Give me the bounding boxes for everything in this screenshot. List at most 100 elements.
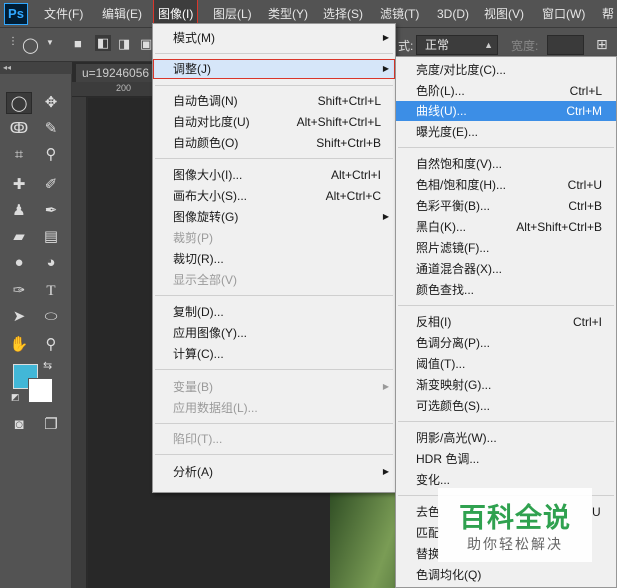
default-colors-icon[interactable]: ◩ [11, 392, 20, 403]
brush-tool-icon[interactable]: ✐ [38, 174, 64, 196]
ellipse-marquee-preset-icon[interactable]: ◯ [22, 36, 39, 54]
menu-item-exposure[interactable]: 曝光度(E)... [396, 122, 616, 142]
menu-item-color-balance[interactable]: 色彩平衡(B)... Ctrl+B [396, 196, 616, 216]
menu-help[interactable]: 帮 [602, 0, 614, 28]
menu-item-invert[interactable]: 反相(I) Ctrl+I [396, 312, 616, 332]
clone-stamp-tool-icon[interactable]: ♟ [6, 200, 32, 222]
menu-edit[interactable]: 编辑(E) [102, 0, 142, 28]
menu-item-canvas-size[interactable]: 画布大小(S)... Alt+Ctrl+C [153, 186, 395, 206]
eyedropper-tool-icon[interactable]: ⚲ [38, 144, 64, 166]
subtract-selection-icon[interactable]: ◨ [118, 36, 130, 52]
menu-item-trim[interactable]: 裁切(R)... [153, 249, 395, 269]
vertical-ruler [72, 97, 87, 588]
lasso-tool-icon[interactable]: ↂ [6, 118, 32, 140]
menu-item-black-white[interactable]: 黑白(K)... Alt+Shift+Ctrl+B [396, 217, 616, 237]
zoom-tool-icon[interactable]: ⚲ [38, 334, 64, 356]
menu-separator [155, 295, 393, 296]
menu-separator [155, 369, 393, 370]
dodge-tool-icon[interactable]: ◕ [38, 252, 64, 274]
gradient-tool-icon[interactable]: ▤ [38, 226, 64, 248]
menu-item-brightness-contrast[interactable]: 亮度/对比度(C)... [396, 60, 616, 80]
screen-mode-icon[interactable]: ❐ [38, 414, 64, 436]
photoshop-logo: Ps [4, 3, 28, 25]
menu-separator [155, 454, 393, 455]
menu-item-curves[interactable]: 曲线(U)... Ctrl+M [396, 101, 616, 121]
menu-item-channel-mixer[interactable]: 通道混合器(X)... [396, 259, 616, 279]
submenu-arrow-icon: ▶ [382, 33, 389, 42]
add-selection-icon[interactable]: ◧ [95, 35, 112, 51]
menu-item-crop: 裁剪(P) [173, 231, 213, 245]
eraser-tool-icon[interactable]: ▰ [6, 226, 32, 248]
crop-tool-icon[interactable]: ⌗ [6, 144, 32, 166]
menu-window[interactable]: 窗口(W) [542, 0, 585, 28]
menu-item-calculations[interactable]: 计算(C)... [153, 344, 395, 364]
submenu-arrow-icon: ▶ [382, 467, 389, 476]
menu-separator [155, 423, 393, 424]
style-select[interactable]: 正常 ▲▼ [416, 35, 498, 68]
menu-item-image-size[interactable]: 图像大小(I)... Alt+Ctrl+I [153, 165, 395, 185]
menu-item-duplicate[interactable]: 复制(D)... [153, 302, 395, 322]
menu-item-equalize[interactable]: 色调均化(Q) [396, 565, 616, 585]
ruler-label: 200 [116, 83, 132, 93]
menu-item-variables: 变量(B) ▶ [153, 377, 395, 397]
menu-item-variations[interactable]: 变化... [396, 470, 616, 490]
menu-separator [155, 53, 393, 54]
quick-select-tool-icon[interactable]: ✎ [38, 118, 64, 140]
healing-brush-tool-icon[interactable]: ✚ [6, 174, 32, 196]
collapse-icon[interactable]: ◂◂ [0, 62, 72, 74]
swap-colors-icon[interactable]: ⇆ [43, 359, 52, 372]
menu-file[interactable]: 文件(F) [44, 0, 83, 28]
menu-item-color-lookup[interactable]: 颜色查找... [396, 280, 616, 300]
menu-item-trap: 陷印(T)... [173, 432, 223, 446]
blur-tool-icon[interactable]: ● [6, 252, 32, 274]
menu-item-photo-filter[interactable]: 照片滤镜(F)... [396, 238, 616, 258]
hand-tool-icon[interactable]: ✋ [6, 334, 32, 356]
partial-shortcut-text: U [592, 505, 601, 519]
menu-item-hdr-toning[interactable]: HDR 色调... [396, 449, 616, 469]
menu-item-shadows-highlights[interactable]: 阴影/高光(W)... [396, 428, 616, 448]
menu-item-levels[interactable]: 色阶(L)... Ctrl+L [396, 81, 616, 101]
menu-item-vibrance[interactable]: 自然饱和度(V)... [396, 154, 616, 174]
path-selection-tool-icon[interactable]: ➤ [6, 306, 32, 328]
style-select-value: 正常 [425, 38, 450, 52]
menu-item-analysis[interactable]: 分析(A) ▶ [153, 462, 395, 482]
style-label: 式: [398, 39, 414, 53]
menu-item-posterize[interactable]: 色调分离(P)... [396, 333, 616, 353]
menu-item-adjustments[interactable]: 调整(J) ▶ [153, 59, 395, 79]
pen-tool-icon[interactable]: ✑ [6, 280, 32, 302]
chevron-down-icon[interactable]: ▼ [46, 38, 54, 47]
ellipse-shape-tool-icon[interactable]: ⬭ [38, 306, 64, 328]
menu-3d[interactable]: 3D(D) [437, 0, 469, 28]
quick-mask-icon[interactable]: ◙ [6, 414, 32, 436]
menu-item-auto-contrast[interactable]: 自动对比度(U) Alt+Shift+Ctrl+L [153, 112, 395, 132]
menu-separator [155, 158, 393, 159]
menu-item-hue-saturation[interactable]: 色相/饱和度(H)... Ctrl+U [396, 175, 616, 195]
submenu-arrow-icon: ▶ [382, 382, 389, 391]
type-tool-icon[interactable]: T [38, 280, 64, 302]
menu-item-selective-color[interactable]: 可选颜色(S)... [396, 396, 616, 416]
menu-view[interactable]: 视图(V) [484, 0, 524, 28]
menu-item-gradient-map[interactable]: 渐变映射(G)... [396, 375, 616, 395]
move-tool-icon[interactable]: ✥ [38, 92, 64, 114]
image-menu-dropdown: 模式(M) ▶ 调整(J) ▶ 自动色调(N) Shift+Ctrl+L 自动对比度(… [152, 23, 396, 493]
watermark-title: 百科全说 [459, 503, 571, 533]
menu-item-threshold[interactable]: 阈值(T)... [396, 354, 616, 374]
toolbox: ◂◂ ◯ ✥ ↂ ✎ ⌗ ⚲ ✚ ✐ ♟ ✒ ▰ ▤ ● ◕ ✑ T ➤ ⬭ ✋… [0, 62, 72, 588]
menu-item-apply-image[interactable]: 应用图像(Y)... [153, 323, 395, 343]
menu-item-image-rotation[interactable]: 图像旋转(G) ▶ [153, 207, 395, 227]
history-brush-tool-icon[interactable]: ✒ [38, 200, 64, 222]
menu-separator [398, 421, 614, 422]
background-color-swatch[interactable] [28, 378, 53, 403]
width-input[interactable] [547, 35, 584, 55]
width-label: 宽度: [511, 39, 539, 53]
new-selection-icon[interactable]: ■ [74, 36, 82, 51]
menu-item-auto-tone[interactable]: 自动色调(N) Shift+Ctrl+L [153, 91, 395, 111]
menu-separator [155, 85, 393, 86]
menu-item-auto-color[interactable]: 自动颜色(O) Shift+Ctrl+B [153, 133, 395, 153]
intersect-selection-icon[interactable]: ▣ [140, 36, 152, 52]
menu-separator [398, 147, 614, 148]
elliptical-marquee-tool-icon[interactable]: ◯ [6, 92, 32, 114]
menu-item-mode[interactable]: 模式(M) ▶ [153, 28, 395, 48]
document-tab[interactable]: u=19246056 [76, 64, 158, 82]
workspace-icon[interactable]: ⊞ [596, 36, 608, 53]
